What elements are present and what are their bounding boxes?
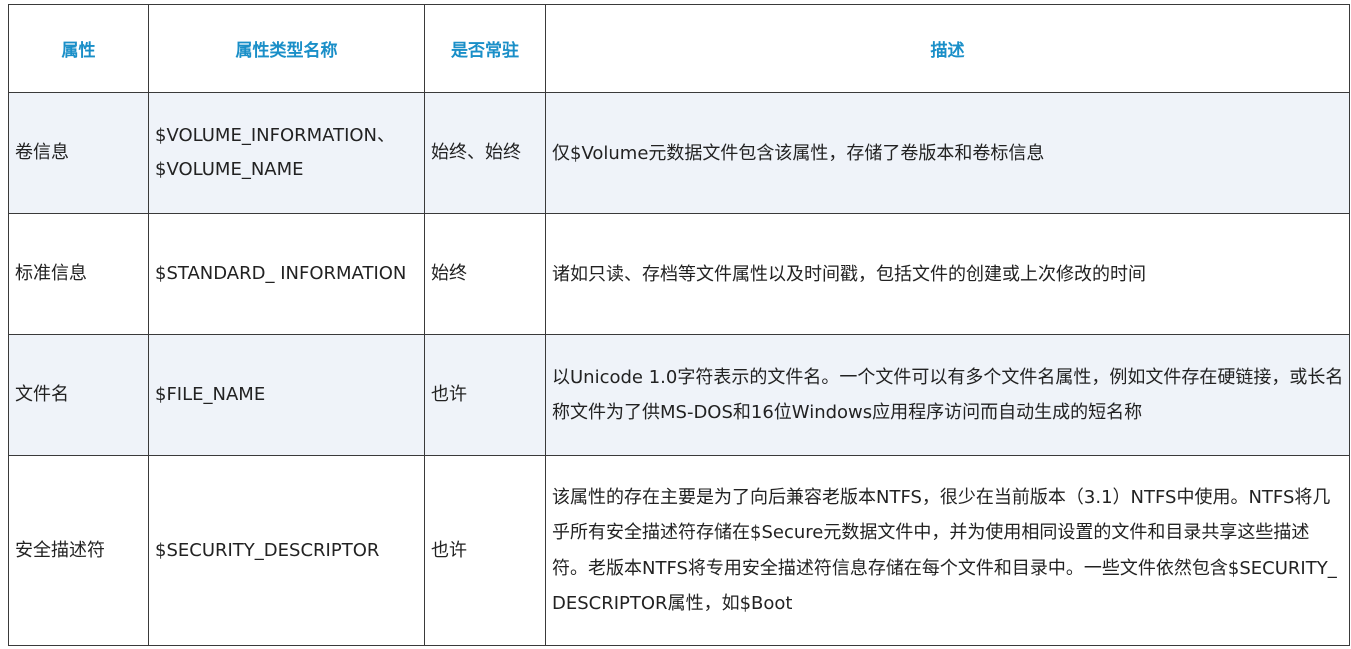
header-description: 描述 [545,4,1350,93]
cell-description: 以Unicode 1.0字符表示的文件名。一个文件可以有多个文件名属性，例如文件… [545,334,1350,456]
cell-resident: 始终、始终 [424,92,546,214]
cell-attribute: 文件名 [8,334,149,456]
table-header: 属性 属性类型名称 是否常驻 描述 [8,4,1350,93]
cell-attribute: 卷信息 [8,92,149,214]
cell-type-name: $FILE_NAME [148,334,425,456]
header-type-name: 属性类型名称 [148,4,425,93]
table-row: 文件名 $FILE_NAME 也许 以Unicode 1.0字符表示的文件名。一… [8,334,1350,456]
table-row: 安全描述符 $SECURITY_DESCRIPTOR 也许 该属性的存在主要是为… [8,455,1350,646]
table-row: 卷信息 $VOLUME_INFORMATION、$VOLUME_NAME 始终、… [8,92,1350,214]
cell-resident: 也许 [424,455,546,646]
page: 属性 属性类型名称 是否常驻 描述 卷信息 $VOLUME_INFORMATIO… [0,0,1351,649]
cell-type-name: $SECURITY_DESCRIPTOR [148,455,425,646]
cell-resident: 也许 [424,334,546,456]
cell-description: 仅$Volume元数据文件包含该属性，存储了卷版本和卷标信息 [545,92,1350,214]
cell-type-name: $VOLUME_INFORMATION、$VOLUME_NAME [148,92,425,214]
table-row: 标准信息 $STANDARD_ INFORMATION 始终 诸如只读、存档等文… [8,213,1350,335]
ntfs-attribute-table: 属性 属性类型名称 是否常驻 描述 卷信息 $VOLUME_INFORMATIO… [8,4,1350,646]
cell-resident: 始终 [424,213,546,335]
cell-description: 该属性的存在主要是为了向后兼容老版本NTFS，很少在当前版本（3.1）NTFS中… [545,455,1350,646]
cell-description: 诸如只读、存档等文件属性以及时间戳，包括文件的创建或上次修改的时间 [545,213,1350,335]
header-attribute: 属性 [8,4,149,93]
table-body: 卷信息 $VOLUME_INFORMATION、$VOLUME_NAME 始终、… [8,92,1350,646]
header-resident: 是否常驻 [424,4,546,93]
header-row: 属性 属性类型名称 是否常驻 描述 [8,4,1350,93]
cell-attribute: 标准信息 [8,213,149,335]
cell-attribute: 安全描述符 [8,455,149,646]
cell-type-name: $STANDARD_ INFORMATION [148,213,425,335]
